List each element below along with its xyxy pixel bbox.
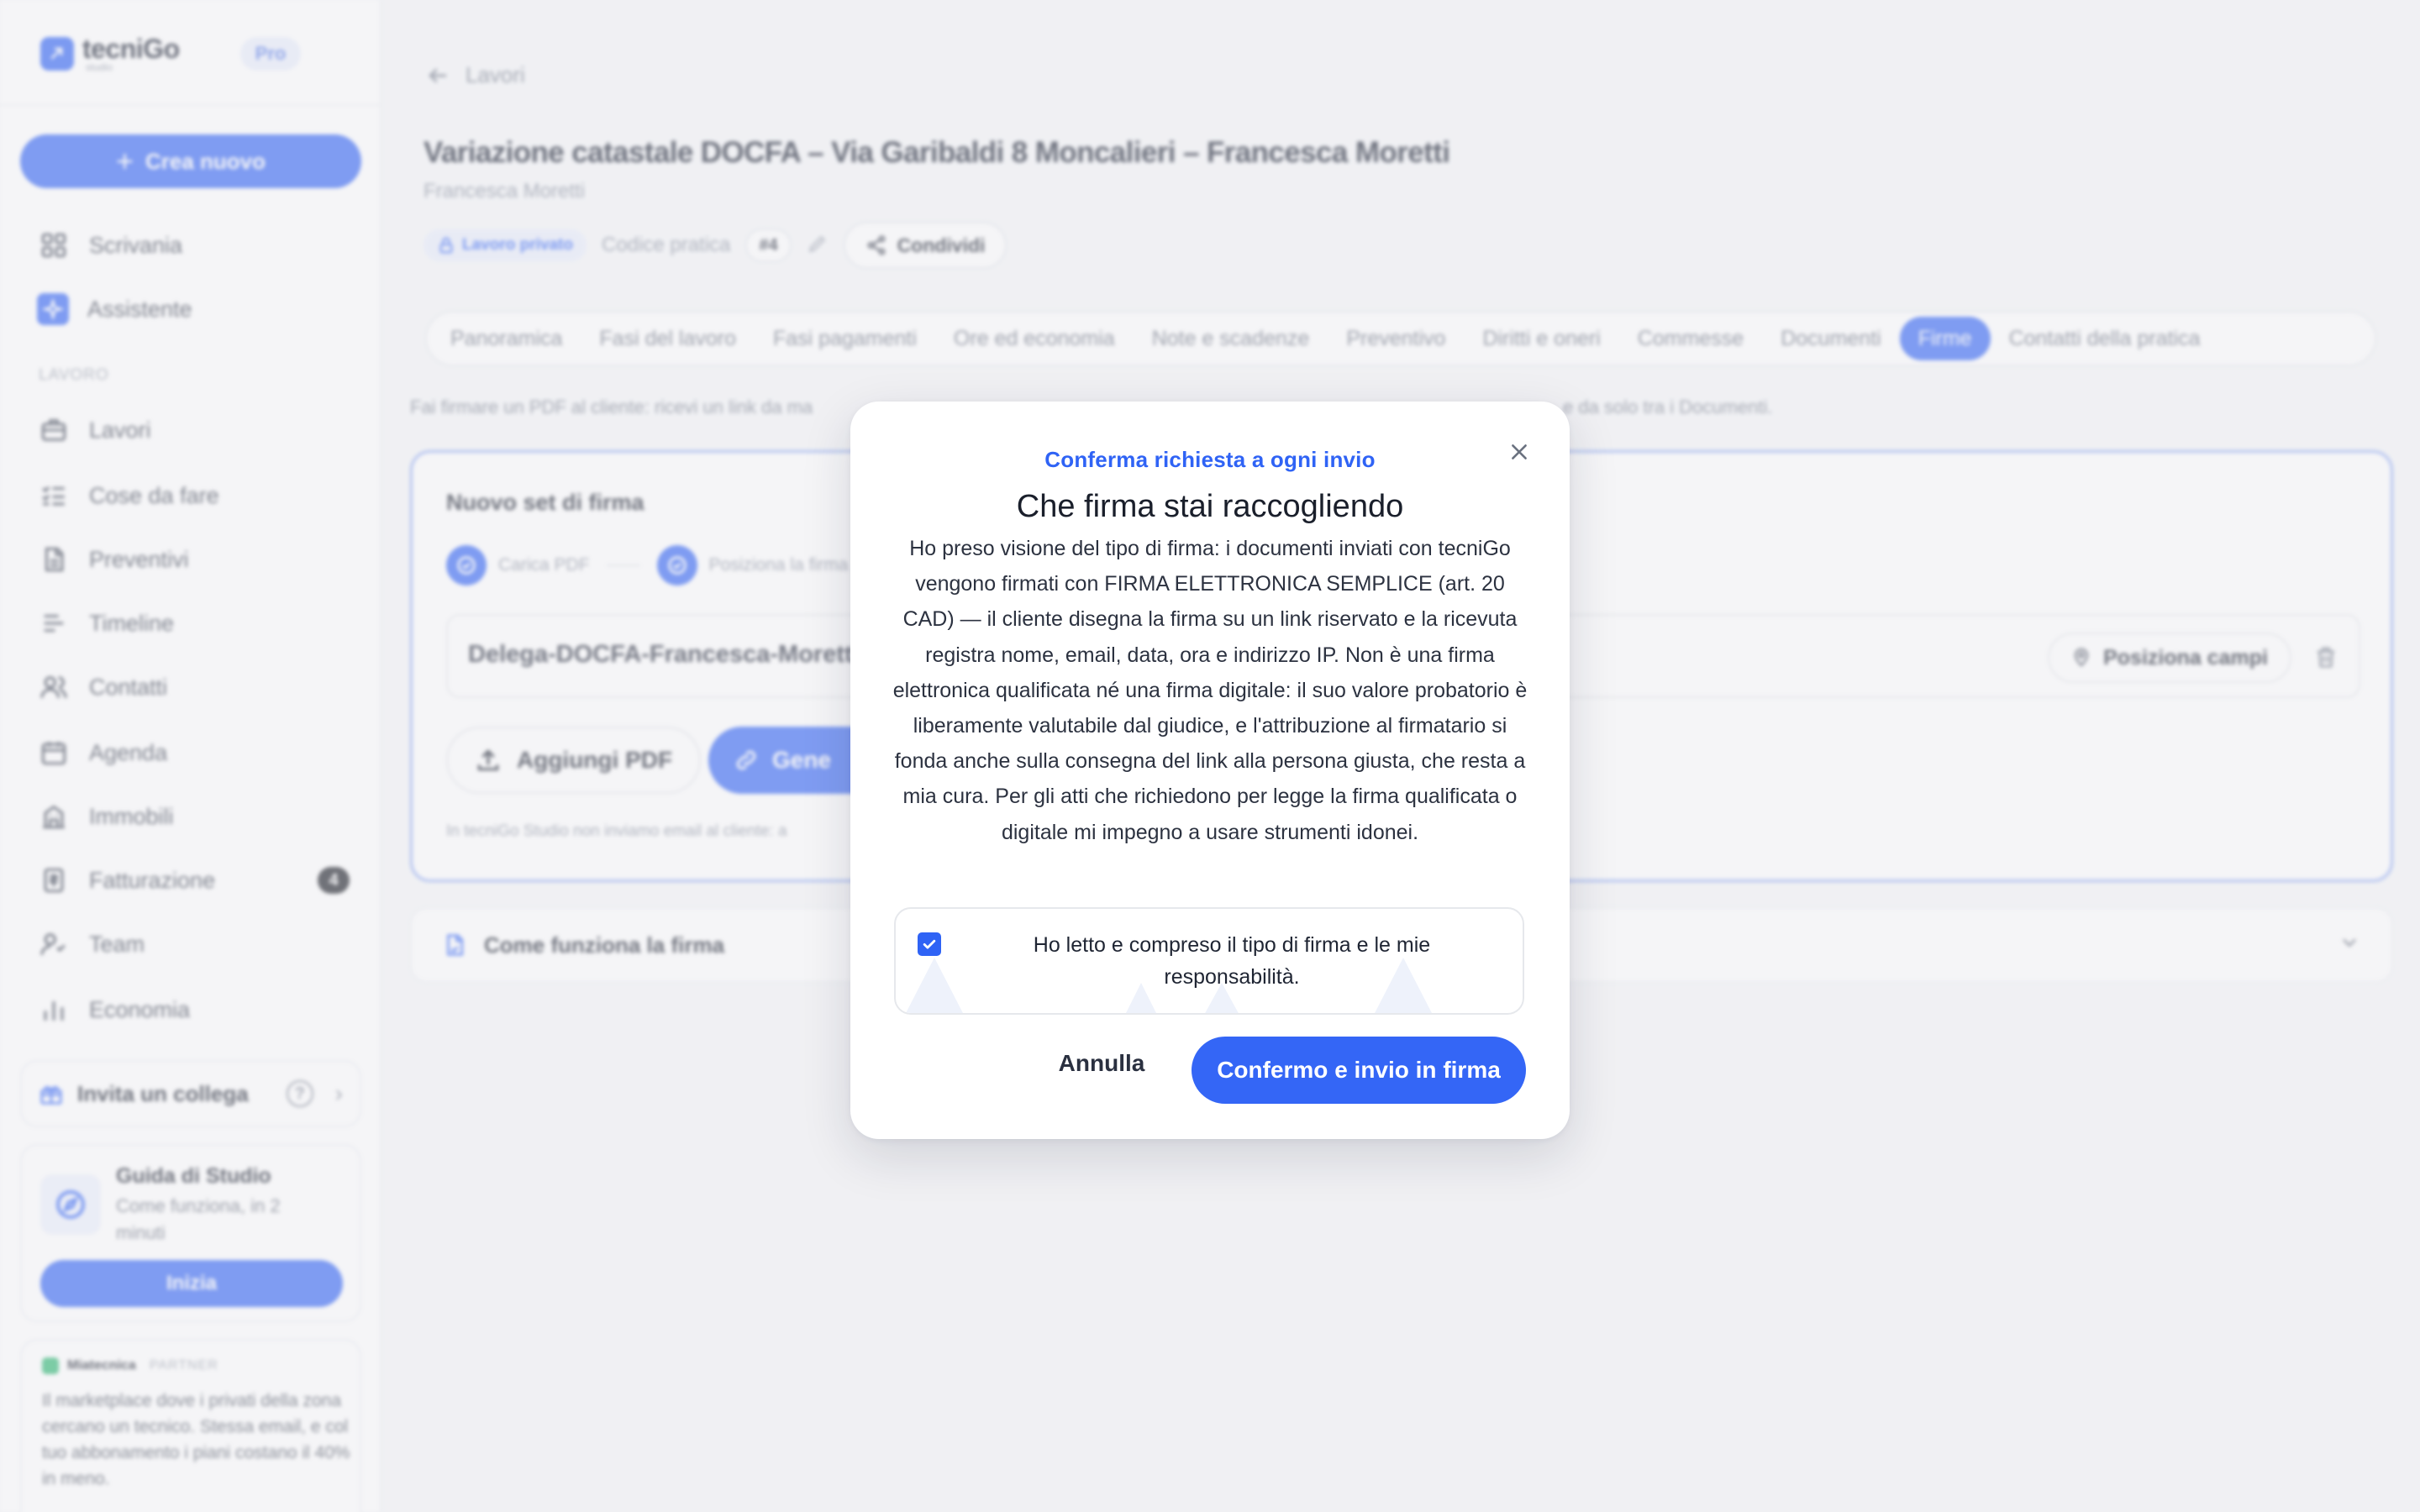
confirm-send-button[interactable]: Confermo e invio in firma [1192,1037,1526,1104]
cancel-button[interactable]: Annulla [1047,1037,1156,1090]
acknowledge-checkbox-row[interactable]: Ho letto e compreso il tipo di firma e l… [894,907,1524,1015]
acknowledge-checkbox[interactable] [918,932,941,956]
modal-title: Che firma stai raccogliendo [1016,489,1404,524]
modal-eyebrow: Conferma richiesta a ogni invio [1044,447,1376,472]
modal-body-text: Ho preso visione del tipo di firma: i do… [892,537,1528,844]
decorative-shape [904,958,965,1013]
signature-type-modal: Conferma richiesta a ogni invio Che firm… [850,402,1570,1139]
acknowledge-label: Ho letto e compreso il tipo di firma e l… [1033,933,1431,989]
